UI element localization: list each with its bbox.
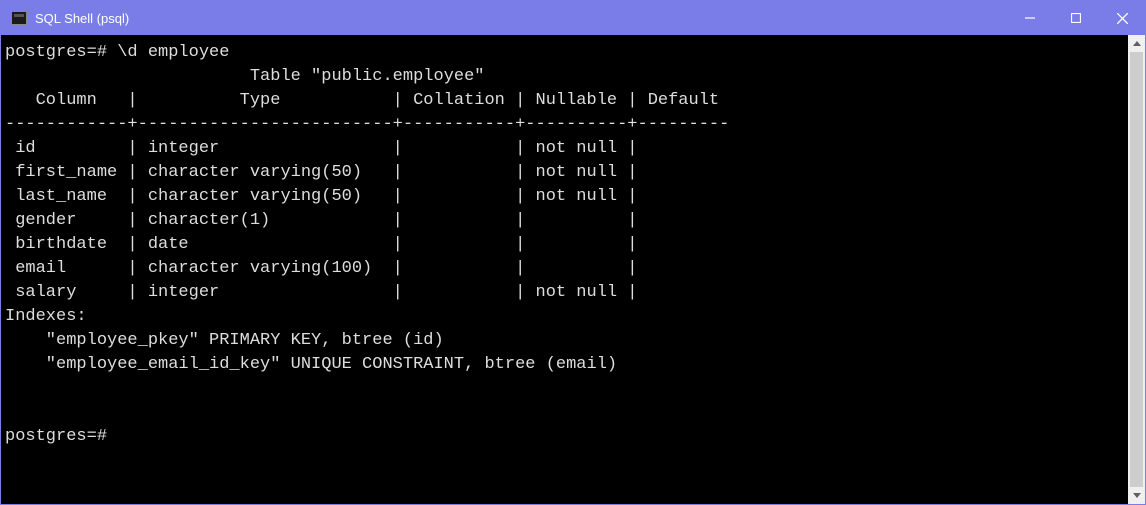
scroll-thumb[interactable] — [1130, 52, 1143, 487]
terminal-wrapper: postgres=# \d employee Table "public.emp… — [1, 35, 1145, 504]
maximize-icon — [1071, 13, 1081, 23]
maximize-button[interactable] — [1053, 1, 1099, 35]
close-icon — [1117, 13, 1128, 24]
vertical-scrollbar[interactable] — [1128, 35, 1145, 504]
scroll-down-button[interactable] — [1128, 487, 1145, 504]
close-button[interactable] — [1099, 1, 1145, 35]
window-controls — [1007, 1, 1145, 35]
chevron-up-icon — [1133, 41, 1141, 46]
minimize-button[interactable] — [1007, 1, 1053, 35]
scroll-track[interactable] — [1128, 52, 1145, 487]
app-window: SQL Shell (psql) postgres=# \d employee … — [0, 0, 1146, 505]
window-title: SQL Shell (psql) — [35, 11, 1007, 26]
scroll-up-button[interactable] — [1128, 35, 1145, 52]
titlebar[interactable]: SQL Shell (psql) — [1, 1, 1145, 35]
terminal-output[interactable]: postgres=# \d employee Table "public.emp… — [1, 35, 1128, 504]
app-icon — [11, 11, 27, 25]
chevron-down-icon — [1133, 493, 1141, 498]
minimize-icon — [1025, 13, 1035, 23]
